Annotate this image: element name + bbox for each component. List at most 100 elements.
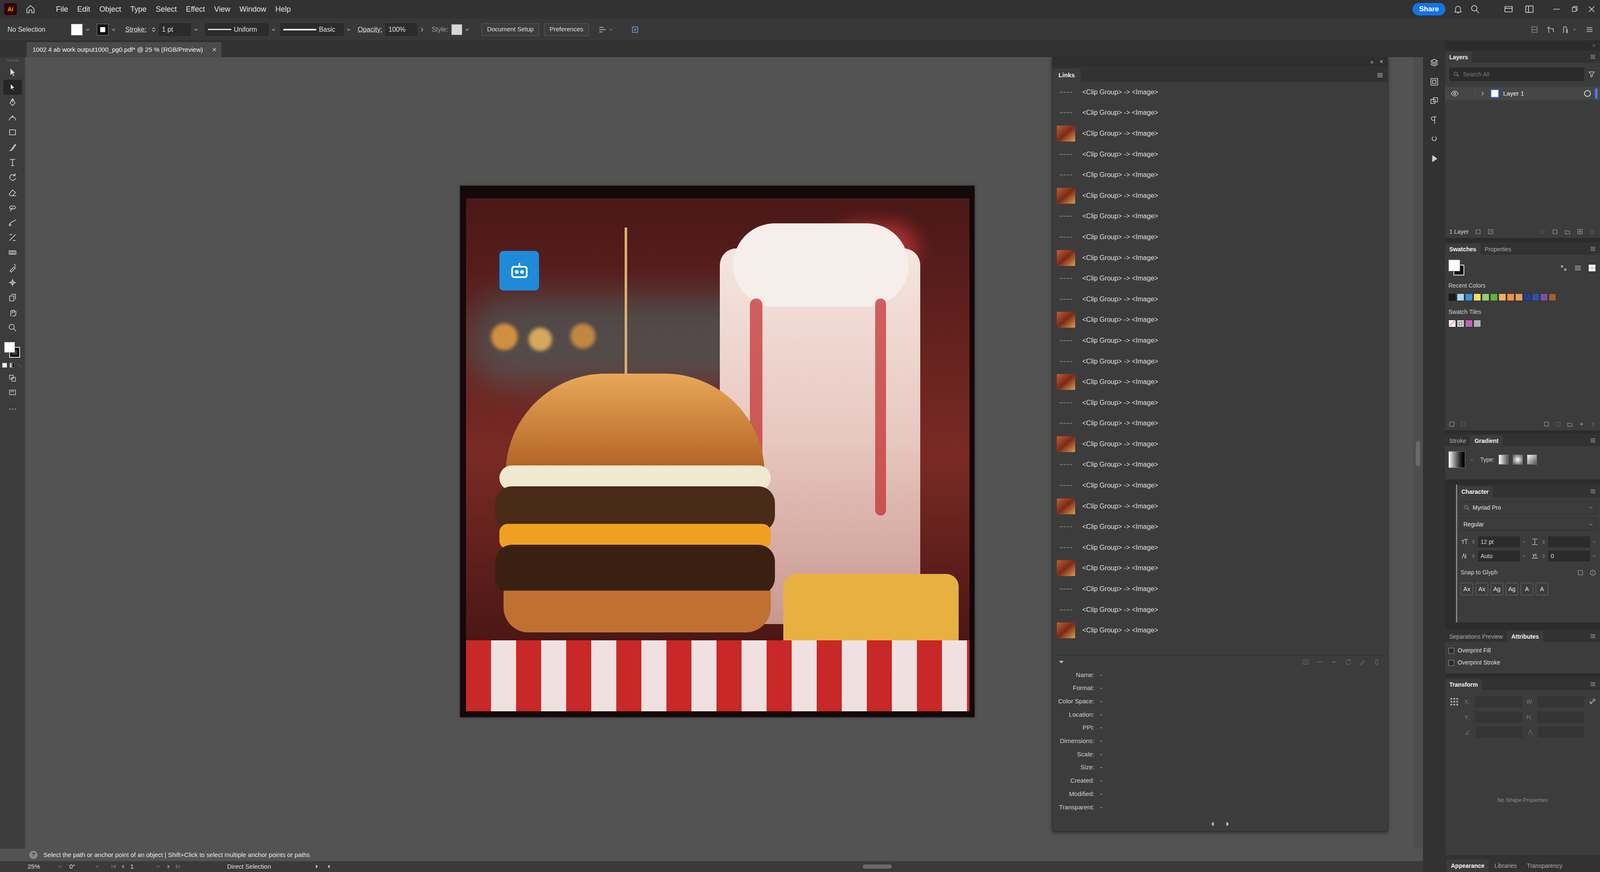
leading-field[interactable]	[1548, 536, 1590, 548]
scroll-thumb[interactable]	[862, 864, 892, 869]
add-icon[interactable]	[1576, 228, 1584, 236]
tool-button[interactable]	[3, 94, 22, 110]
edit-toolbar-button[interactable]: ···	[8, 402, 17, 415]
menu-item[interactable]: File	[55, 3, 69, 16]
previous-artboard-icon[interactable]	[119, 863, 127, 871]
link-icon[interactable]	[1588, 697, 1597, 707]
stroke-swatch[interactable]	[96, 23, 109, 36]
menu-item[interactable]: View	[213, 3, 232, 16]
chevron-icon[interactable]	[110, 26, 117, 33]
radial-type[interactable]	[1512, 454, 1523, 465]
panel-menu-icon[interactable]	[1589, 245, 1597, 253]
close-panel-button[interactable]: ×	[1379, 58, 1384, 66]
link-row[interactable]: <Clip Group> -> <Image>	[1052, 496, 1388, 517]
link-row[interactable]: <Clip Group> -> <Image>	[1052, 620, 1388, 641]
close-window-icon[interactable]	[1586, 4, 1597, 15]
tool-button[interactable]	[3, 260, 22, 276]
stepper-icon[interactable]	[1470, 537, 1477, 547]
link-row[interactable]: <Clip Group> -> <Image>	[1052, 81, 1388, 103]
list-view-icon[interactable]	[1573, 263, 1583, 273]
snap-icon[interactable]	[1576, 569, 1585, 577]
artboards-icon[interactable]	[1429, 76, 1440, 87]
next-artboard-icon[interactable]	[165, 863, 173, 871]
chevron-icon[interactable]	[270, 26, 277, 33]
fill-stroke-widget[interactable]	[1448, 259, 1466, 277]
glyph-button[interactable]: A	[1535, 582, 1549, 596]
link-row[interactable]: <Clip Group> -> <Image>	[1052, 475, 1388, 497]
font-style-dropdown[interactable]: Regular	[1460, 518, 1597, 531]
layers-tab[interactable]: Layers	[1445, 51, 1473, 63]
close-tab-button[interactable]: ×	[212, 44, 217, 56]
tool-button[interactable]	[3, 230, 22, 246]
stroke-weight-field[interactable]: 1 pt	[159, 23, 191, 36]
tool-button[interactable]	[3, 305, 22, 321]
chevron-icon[interactable]	[192, 26, 200, 33]
library-icon[interactable]	[1448, 420, 1456, 428]
transform-field[interactable]	[1475, 696, 1523, 708]
chevron-icon[interactable]	[1571, 26, 1578, 33]
expand-toggle[interactable]	[1478, 88, 1488, 99]
glyph-button[interactable]: Ax	[1475, 582, 1489, 596]
align-panel-icon[interactable]	[1529, 25, 1540, 35]
trash-icon[interactable]	[1372, 658, 1381, 667]
stepper-icon[interactable]	[149, 25, 158, 35]
font-size-field[interactable]: 12 pt	[1478, 536, 1520, 548]
layer-name[interactable]: Layer 1	[1503, 88, 1525, 99]
chevron-icon[interactable]	[1469, 457, 1475, 463]
font-family-dropdown[interactable]: Myriad Pro	[1460, 501, 1597, 514]
layers-panel[interactable]: LayersLayer 11 Layer	[1445, 50, 1600, 238]
chevron-icon[interactable]	[155, 863, 162, 870]
opentype-icon[interactable]	[1429, 134, 1440, 145]
visibility-toggle[interactable]	[1449, 88, 1461, 99]
link-row[interactable]: <Clip Group> -> <Image>	[1052, 537, 1388, 559]
tool-button[interactable]	[3, 320, 22, 336]
tool-button[interactable]	[3, 290, 22, 306]
actions-icon[interactable]	[1429, 153, 1440, 164]
tool-button[interactable]	[3, 154, 22, 170]
stepper-icon[interactable]	[1540, 537, 1547, 547]
search-icon[interactable]	[1469, 3, 1481, 15]
color-swatch[interactable]	[1473, 293, 1482, 302]
edit-original-icon[interactable]	[1358, 658, 1367, 667]
link-row[interactable]: <Clip Group> -> <Image>	[1052, 413, 1388, 435]
link-row[interactable]: <Clip Group> -> <Image>	[1052, 599, 1388, 621]
color-group-icon[interactable]	[1554, 420, 1562, 428]
layers-icon[interactable]	[1429, 57, 1440, 68]
style-swatch[interactable]	[451, 24, 463, 36]
transform-panel[interactable]: TransformX:W:Y:H:No Shape Properties	[1445, 677, 1600, 856]
linear-type[interactable]	[1498, 454, 1509, 465]
option-row[interactable]: Overprint Stroke	[1448, 658, 1600, 668]
link-row[interactable]: <Clip Group> -> <Image>	[1052, 164, 1388, 186]
zoom-field[interactable]: 25%	[27, 862, 57, 872]
layers-search-input[interactable]	[1463, 70, 1581, 79]
color-swatch[interactable]	[1531, 293, 1540, 302]
last-artboard-icon[interactable]	[174, 863, 182, 871]
link-row[interactable]: <Clip Group> -> <Image>	[1052, 288, 1388, 310]
links-tab[interactable]: Links	[1052, 68, 1081, 82]
chevron-icon[interactable]	[1521, 553, 1527, 559]
opacity-label[interactable]: Opacity:	[357, 24, 383, 35]
warp-icon[interactable]	[1561, 25, 1571, 35]
gradient-swatch[interactable]	[1448, 451, 1466, 469]
scroll-thumb[interactable]	[1415, 441, 1421, 467]
rotation-field[interactable]: 0°	[69, 862, 95, 872]
tool-button[interactable]	[3, 215, 22, 231]
tool-button[interactable]	[3, 245, 22, 261]
color-swatch[interactable]	[1465, 293, 1473, 302]
color-swatch[interactable]	[1540, 293, 1548, 302]
link-row[interactable]: <Clip Group> -> <Image>	[1052, 185, 1388, 207]
chevron-icon[interactable]	[1521, 539, 1527, 545]
paragraph-icon[interactable]	[1429, 115, 1440, 126]
link-row[interactable]: <Clip Group> -> <Image>	[1052, 268, 1388, 289]
swatch-tile[interactable]	[1456, 319, 1465, 328]
libraries-icon[interactable]	[1429, 96, 1440, 107]
new-swatch-icon[interactable]	[1578, 420, 1585, 428]
fill-swatch[interactable]	[70, 23, 83, 36]
previous-icon[interactable]	[1208, 820, 1217, 828]
panel-menu-icon[interactable]	[1589, 53, 1597, 61]
document-setup-button[interactable]: Document Setup	[481, 23, 540, 36]
link-row[interactable]: <Clip Group> -> <Image>	[1052, 123, 1388, 145]
align-icon[interactable]	[597, 25, 608, 35]
trash-icon[interactable]	[1589, 420, 1597, 428]
fill-box[interactable]	[4, 341, 16, 353]
